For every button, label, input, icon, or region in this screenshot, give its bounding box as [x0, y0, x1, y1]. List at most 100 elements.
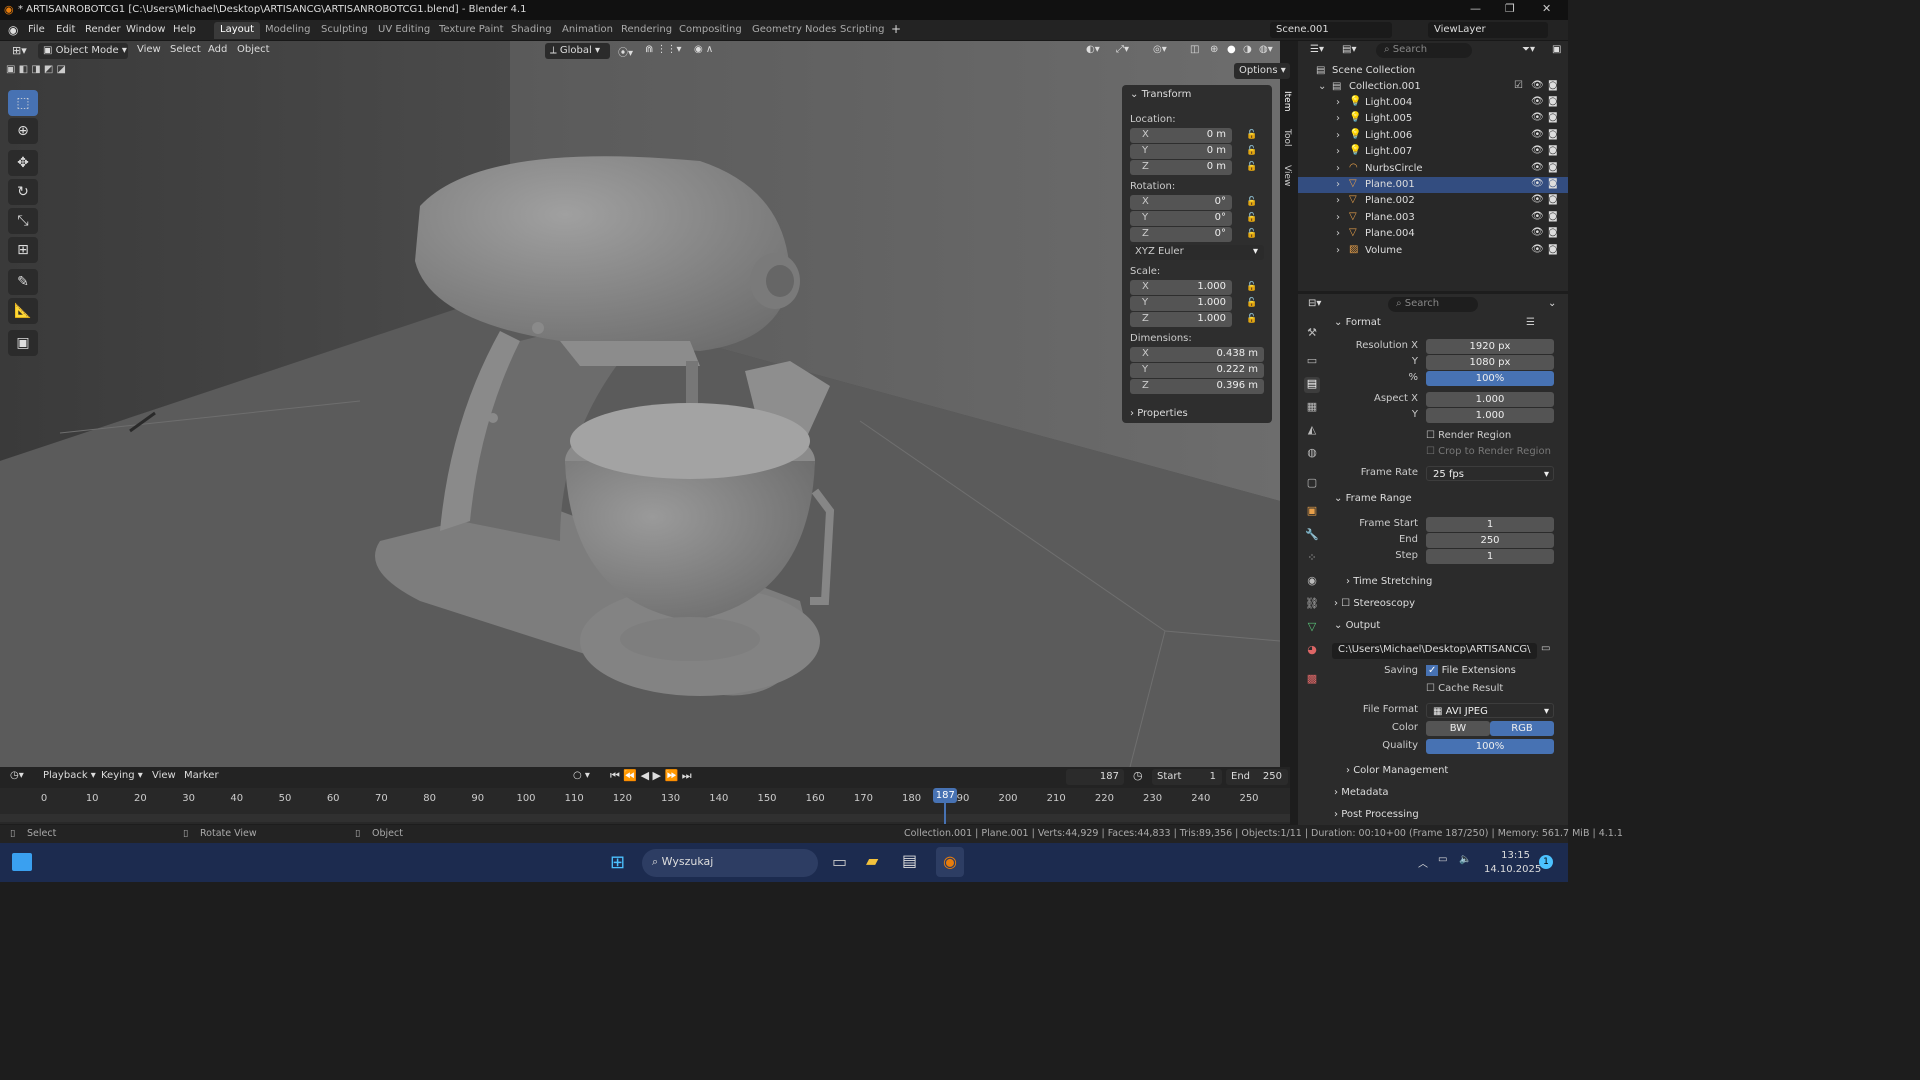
- file-explorer-icon[interactable]: ▰: [866, 851, 878, 870]
- post-processing-header[interactable]: › Post Processing: [1334, 809, 1419, 820]
- scale-tool-icon[interactable]: ⤡: [8, 208, 38, 234]
- render-camera-icon[interactable]: ◙: [1548, 145, 1558, 156]
- orientation-selector[interactable]: ⟂ Global ▾: [545, 43, 610, 59]
- clock-time[interactable]: 13:15: [1484, 850, 1530, 861]
- measure-tool-icon[interactable]: 📐: [8, 298, 38, 324]
- tab-uv-editing[interactable]: UV Editing: [372, 22, 436, 39]
- color-bw-button[interactable]: BW: [1426, 721, 1490, 736]
- add-workspace-icon[interactable]: +: [891, 22, 901, 36]
- file-format-dropdown[interactable]: ▦ AVI JPEG ▾: [1426, 703, 1554, 718]
- lock-icon[interactable]: 🔓: [1246, 298, 1257, 308]
- solid-shading-icon[interactable]: ●: [1227, 44, 1236, 55]
- resolution-percent-field[interactable]: 100%: [1426, 371, 1554, 386]
- blender-taskbar-icon[interactable]: ◉: [936, 847, 964, 877]
- chevron-down-icon[interactable]: ⌄: [1548, 298, 1556, 309]
- rendered-shading-icon[interactable]: ◍▾: [1259, 44, 1273, 55]
- start-frame-field[interactable]: Start 1: [1152, 769, 1222, 785]
- move-tool-icon[interactable]: ✥: [8, 150, 38, 176]
- color-management-header[interactable]: › Color Management: [1346, 765, 1448, 776]
- visibility-eye-icon[interactable]: 👁: [1531, 178, 1544, 189]
- proportional-edit-icon[interactable]: ◉ ∧: [694, 44, 713, 55]
- transform-tool-icon[interactable]: ⊞: [8, 237, 38, 263]
- lock-icon[interactable]: 🔓: [1246, 314, 1257, 324]
- constraints-tab-icon[interactable]: ⛓: [1304, 597, 1320, 613]
- menu-add[interactable]: Add: [208, 44, 227, 55]
- select-box-tool-icon[interactable]: ⬚: [8, 90, 38, 116]
- playhead[interactable]: 187: [933, 788, 958, 803]
- scale-x-field[interactable]: X 1.000: [1130, 280, 1232, 295]
- menu-keying[interactable]: Keying ▾: [101, 770, 143, 781]
- close-icon[interactable]: ✕: [1542, 2, 1551, 15]
- visibility-eye-icon[interactable]: 👁: [1531, 112, 1544, 123]
- dimension-y-field[interactable]: Y 0.222 m: [1130, 363, 1264, 378]
- view-layer-selector[interactable]: ViewLayer: [1428, 22, 1548, 38]
- store-icon[interactable]: ▤: [902, 851, 917, 870]
- visibility-eye-icon[interactable]: 👁: [1531, 211, 1544, 222]
- file-extensions-checkbox[interactable]: ✓ File Extensions: [1426, 665, 1516, 676]
- menu-marker[interactable]: Marker: [184, 770, 219, 781]
- rotation-y-field[interactable]: Y 0°: [1130, 211, 1232, 226]
- properties-editor-icon[interactable]: ⊟▾: [1308, 298, 1321, 309]
- menu-object[interactable]: Object: [237, 44, 270, 55]
- aspect-y-field[interactable]: 1.000: [1426, 408, 1554, 423]
- widgets-icon[interactable]: [12, 853, 32, 871]
- gizmo-icon[interactable]: ⤢▾: [1116, 44, 1129, 55]
- properties-subpanel[interactable]: › Properties: [1130, 408, 1188, 419]
- windows-start-icon[interactable]: ⊞: [610, 852, 625, 873]
- render-camera-icon[interactable]: ◙: [1548, 211, 1558, 222]
- visibility-eye-icon[interactable]: 👁: [1531, 244, 1544, 255]
- data-tab-icon[interactable]: ▽: [1304, 620, 1320, 636]
- tab-texture-paint[interactable]: Texture Paint: [433, 22, 510, 39]
- current-frame-field[interactable]: 187: [1066, 769, 1124, 785]
- editor-type-icon[interactable]: ⊞▾: [12, 44, 27, 57]
- render-camera-icon[interactable]: ◙: [1548, 244, 1558, 255]
- volume-icon[interactable]: 🔈: [1459, 854, 1471, 865]
- timeline-editor-icon[interactable]: ◷▾: [10, 770, 24, 781]
- tab-item[interactable]: Item: [1278, 91, 1292, 112]
- collection-tab-icon[interactable]: ▢: [1304, 476, 1320, 492]
- tab-scripting[interactable]: Scripting: [834, 22, 890, 39]
- xray-icon[interactable]: ◫: [1190, 44, 1199, 55]
- render-camera-icon[interactable]: ◙: [1548, 227, 1558, 238]
- menu-edit[interactable]: Edit: [56, 24, 75, 35]
- resolution-x-field[interactable]: 1920 px: [1426, 339, 1554, 354]
- selection-mode-buttons[interactable]: ▣ ◧ ◨ ◩ ◪: [6, 64, 86, 78]
- menu-help[interactable]: Help: [173, 24, 196, 35]
- dimension-z-field[interactable]: Z 0.396 m: [1130, 379, 1264, 394]
- output-path-field[interactable]: C:\Users\Michael\Desktop\ARTISANCG\: [1332, 643, 1537, 659]
- lock-icon[interactable]: 🔓: [1246, 282, 1257, 292]
- lock-icon[interactable]: 🔓: [1246, 130, 1257, 140]
- outliner-item[interactable]: › 💡 Light.007 👁 ◙: [1298, 144, 1568, 160]
- frame-end-field[interactable]: 250: [1426, 533, 1554, 548]
- location-z-field[interactable]: Z0 m: [1130, 160, 1232, 175]
- aspect-x-field[interactable]: 1.000: [1426, 392, 1554, 407]
- tab-modeling[interactable]: Modeling: [259, 22, 317, 39]
- chevron-right-icon[interactable]: ›: [1336, 113, 1340, 124]
- visibility-eye-icon[interactable]: 👁: [1531, 145, 1544, 156]
- render-camera-icon[interactable]: ◙: [1548, 112, 1558, 123]
- outliner-editor-icon[interactable]: ☰▾: [1310, 44, 1324, 55]
- menu-timeline-view[interactable]: View: [152, 770, 176, 781]
- overlay-icon[interactable]: ◎▾: [1153, 44, 1167, 55]
- visibility-eye-icon[interactable]: 👁: [1531, 96, 1544, 107]
- material-tab-icon[interactable]: ◕: [1304, 643, 1320, 659]
- options-button[interactable]: Options ▾: [1234, 63, 1290, 79]
- chevron-right-icon[interactable]: ›: [1336, 97, 1340, 108]
- material-shading-icon[interactable]: ◑: [1243, 44, 1252, 55]
- menu-file[interactable]: File: [28, 24, 45, 35]
- record-icon[interactable]: ○ ▾: [573, 770, 590, 781]
- outliner-item[interactable]: › ▽ Plane.003 👁 ◙: [1298, 210, 1568, 226]
- scale-z-field[interactable]: Z 1.000: [1130, 312, 1232, 327]
- visibility-eye-icon[interactable]: 👁: [1531, 162, 1544, 173]
- render-camera-icon[interactable]: ◙: [1548, 178, 1558, 189]
- minimize-icon[interactable]: —: [1470, 2, 1481, 15]
- rotation-mode-dropdown[interactable]: XYZ Euler ▾: [1130, 245, 1264, 260]
- render-camera-icon[interactable]: ◙: [1548, 194, 1558, 205]
- collection-row[interactable]: ⌄ ▤ Collection.001 ☑ 👁 ◙: [1298, 79, 1568, 95]
- cache-result-checkbox[interactable]: ☐ Cache Result: [1426, 683, 1503, 694]
- tab-shading[interactable]: Shading: [505, 22, 558, 39]
- menu-playback[interactable]: Playback ▾: [43, 770, 96, 781]
- 3d-viewport[interactable]: [0, 41, 1280, 767]
- end-frame-field[interactable]: End 250: [1226, 769, 1288, 785]
- rotate-tool-icon[interactable]: ↻: [8, 179, 38, 205]
